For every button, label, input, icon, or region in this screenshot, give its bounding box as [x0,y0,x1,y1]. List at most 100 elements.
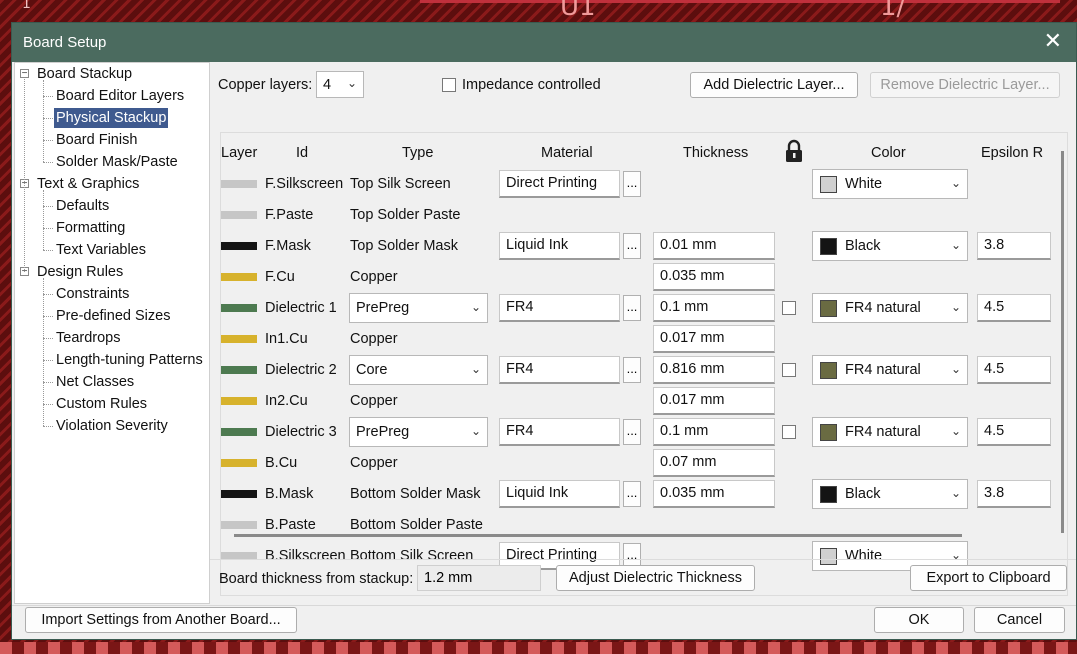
thickness-lock-checkbox[interactable] [782,363,796,377]
color-swatch [820,238,837,255]
tree-item-text-variables[interactable]: Text Variables [56,240,146,260]
import-settings-button[interactable]: Import Settings from Another Board... [25,607,297,633]
material-browse-button[interactable]: ... [623,295,641,321]
tree-item-physical-stackup[interactable]: Physical Stackup [54,108,169,128]
material-field[interactable]: FR4 [499,418,620,446]
thickness-field[interactable]: 0.1 mm [653,418,775,446]
thickness-field[interactable]: 0.07 mm [653,449,775,477]
epsilon-field[interactable]: 4.5 [977,356,1051,384]
material-field[interactable]: Liquid Ink [499,232,620,260]
tree-item-board-editor-layers[interactable]: Board Editor Layers [56,86,184,106]
close-icon[interactable]: ✕ [1044,29,1062,54]
layer-color-swatch [221,211,257,219]
header-material: Material [541,145,593,161]
layer-type-select[interactable]: PrePreg ⌄ [349,293,488,323]
tree-item-formatting[interactable]: Formatting [56,218,125,238]
tree-item-solder-mask-paste[interactable]: Solder Mask/Paste [56,152,178,172]
epsilon-field[interactable]: 4.5 [977,294,1051,322]
material-browse-button[interactable]: ... [623,419,641,445]
tree-item-net-classes[interactable]: Net Classes [56,372,134,392]
copper-layers-value: 4 [323,77,332,93]
adjust-dielectric-button[interactable]: Adjust Dielectric Thickness [556,565,755,591]
epsilon-field[interactable]: 4.5 [977,418,1051,446]
stackup-row: B.Mask Bottom Solder Mask Liquid Ink... 0.0… [221,479,1067,510]
collapse-toggle-icon[interactable]: − [20,69,29,79]
thickness-field[interactable]: 0.01 mm [653,232,775,260]
tree-item-teardrops[interactable]: Teardrops [56,328,120,348]
layer-color-select[interactable]: FR4 natural ⌄ [812,417,968,447]
layer-color-swatch [221,490,257,498]
color-swatch [820,424,837,441]
copper-layers-select[interactable]: 4 ⌄ [316,71,364,98]
horizontal-scrollbar[interactable] [234,534,962,537]
pcb-trace [420,0,1060,3]
layer-color-select[interactable]: FR4 natural ⌄ [812,293,968,323]
tree-connector [43,140,53,141]
chevron-down-icon: ⌄ [950,424,961,438]
header-thickness: Thickness [683,145,749,161]
layer-color-select[interactable]: Black ⌄ [812,479,968,509]
layer-color-value: White [845,176,883,192]
layer-color-select[interactable]: Black ⌄ [812,231,968,261]
epsilon-field[interactable]: 3.8 [977,480,1051,508]
epsilon-field[interactable]: 3.8 [977,232,1051,260]
tree-item-pre-defined-sizes[interactable]: Pre-defined Sizes [56,306,170,326]
tree-item-defaults[interactable]: Defaults [56,196,109,216]
layer-type-value: Core [356,362,388,378]
cancel-button[interactable]: Cancel [974,607,1065,633]
material-browse-button[interactable]: ... [623,233,641,259]
layer-id: F.Mask [265,238,311,254]
thickness-field[interactable]: 0.035 mm [653,480,775,508]
layer-type-select[interactable]: PrePreg ⌄ [349,417,488,447]
layer-type-select[interactable]: Core ⌄ [349,355,488,385]
tree-section-board-stackup[interactable]: Board Stackup [37,64,132,84]
dialog-title: Board Setup [23,34,107,51]
layer-color-select[interactable]: FR4 natural ⌄ [812,355,968,385]
remove-dielectric-button[interactable]: Remove Dielectric Layer... [870,72,1060,98]
add-dielectric-button[interactable]: Add Dielectric Layer... [690,72,858,98]
tree-item-violation-severity[interactable]: Violation Severity [56,416,168,436]
material-browse-button[interactable]: ... [623,171,641,197]
lock-icon [786,139,802,162]
tree-section-text-graphics[interactable]: Text & Graphics [37,174,139,194]
layer-id: Dielectric 1 [265,300,337,316]
thickness-field[interactable]: 0.1 mm [653,294,775,322]
layer-color-select[interactable]: White ⌄ [812,169,968,199]
title-bar[interactable]: Board Setup ✕ [12,23,1076,62]
material-browse-button[interactable]: ... [623,481,641,507]
thickness-field[interactable]: 0.035 mm [653,263,775,291]
thickness-field[interactable]: 0.017 mm [653,325,775,353]
tree-item-length-tuning-patterns[interactable]: Length-tuning Patterns [56,350,203,370]
layer-id: In2.Cu [265,393,308,409]
stackup-row: B.Cu Copper 0.07 mm [221,448,1067,479]
tree-connector [43,426,53,427]
tree-connector [43,294,53,295]
tree-item-constraints[interactable]: Constraints [56,284,129,304]
copper-layers-label: Copper layers: [218,77,313,93]
layer-type: Copper [350,269,398,285]
tree-connector [43,162,53,163]
impedance-checkbox[interactable] [442,78,456,92]
material-field[interactable]: FR4 [499,294,620,322]
tree-item-board-finish[interactable]: Board Finish [56,130,137,150]
ok-button[interactable]: OK [874,607,964,633]
divider [210,559,1076,560]
thickness-lock-checkbox[interactable] [782,301,796,315]
material-browse-button[interactable]: ... [623,357,641,383]
thickness-lock-checkbox[interactable] [782,425,796,439]
material-field[interactable]: Direct Printing [499,170,620,198]
color-swatch [820,300,837,317]
thickness-field[interactable]: 0.816 mm [653,356,775,384]
chevron-down-icon: ⌄ [346,76,357,90]
material-field[interactable]: Liquid Ink [499,480,620,508]
pcb-silk-text: 1 [22,0,31,12]
export-clipboard-button[interactable]: Export to Clipboard [910,565,1067,591]
board-thickness-label: Board thickness from stackup: [219,571,414,587]
tree-section-design-rules[interactable]: Design Rules [37,262,123,282]
layer-color-swatch [221,397,257,405]
thickness-field[interactable]: 0.017 mm [653,387,775,415]
impedance-label[interactable]: Impedance controlled [462,77,601,93]
layer-type: Top Silk Screen [350,176,451,192]
tree-item-custom-rules[interactable]: Custom Rules [56,394,147,414]
material-field[interactable]: FR4 [499,356,620,384]
